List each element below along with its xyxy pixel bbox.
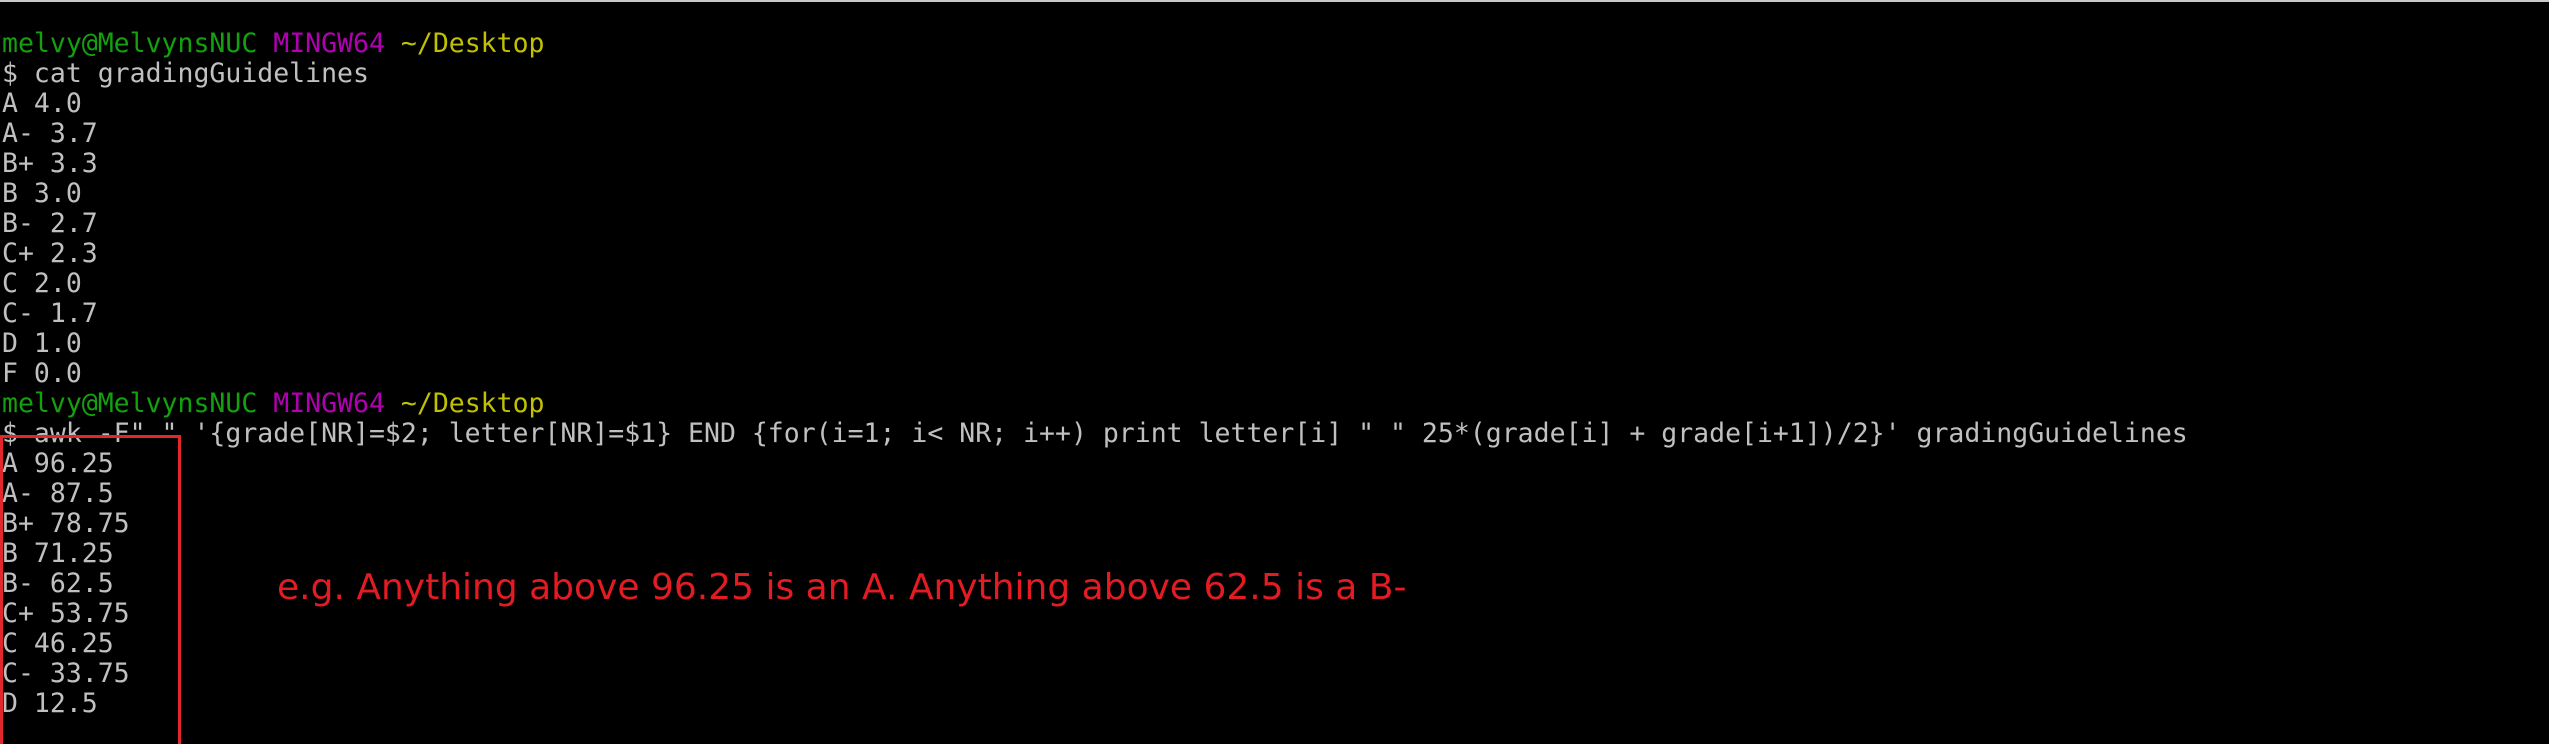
command-line-awk: $ awk -F" " '{grade[NR]=$2; letter[NR]=$…: [2, 418, 2188, 449]
highlight-box: [0, 435, 181, 744]
output-line: B 3.0: [2, 178, 82, 209]
prompt-line-2: melvy@MelvynsNUC MINGW64 ~/Desktop: [2, 389, 545, 419]
output-line: F 0.0: [2, 358, 82, 389]
prompt-shell: MINGW64: [273, 28, 385, 59]
output-line: A- 3.7: [2, 118, 98, 149]
output-line: D 1.0: [2, 328, 82, 359]
output-line: A 4.0: [2, 88, 82, 119]
command-line-cat: $ cat gradingGuidelines: [2, 58, 369, 89]
prompt-shell: MINGW64: [273, 388, 385, 419]
output-line: C 2.0: [2, 268, 82, 299]
annotation-text: e.g. Anything above 96.25 is an A. Anyth…: [277, 567, 1407, 608]
output-line: C+ 2.3: [2, 238, 98, 269]
window-top-border: [0, 0, 2549, 2]
terminal-window[interactable]: melvy@MelvynsNUC MINGW64 ~/Desktop $ cat…: [0, 0, 2549, 744]
prompt-user: melvy@MelvynsNUC: [2, 28, 258, 59]
prompt-path: ~/Desktop: [400, 388, 545, 419]
output-line: C- 1.7: [2, 298, 98, 329]
prompt-user: melvy@MelvynsNUC: [2, 388, 258, 419]
output-line: B- 2.7: [2, 208, 98, 239]
prompt-path: ~/Desktop: [400, 28, 545, 59]
prompt-line-1: melvy@MelvynsNUC MINGW64 ~/Desktop: [2, 29, 545, 59]
output-line: B+ 3.3: [2, 148, 98, 179]
